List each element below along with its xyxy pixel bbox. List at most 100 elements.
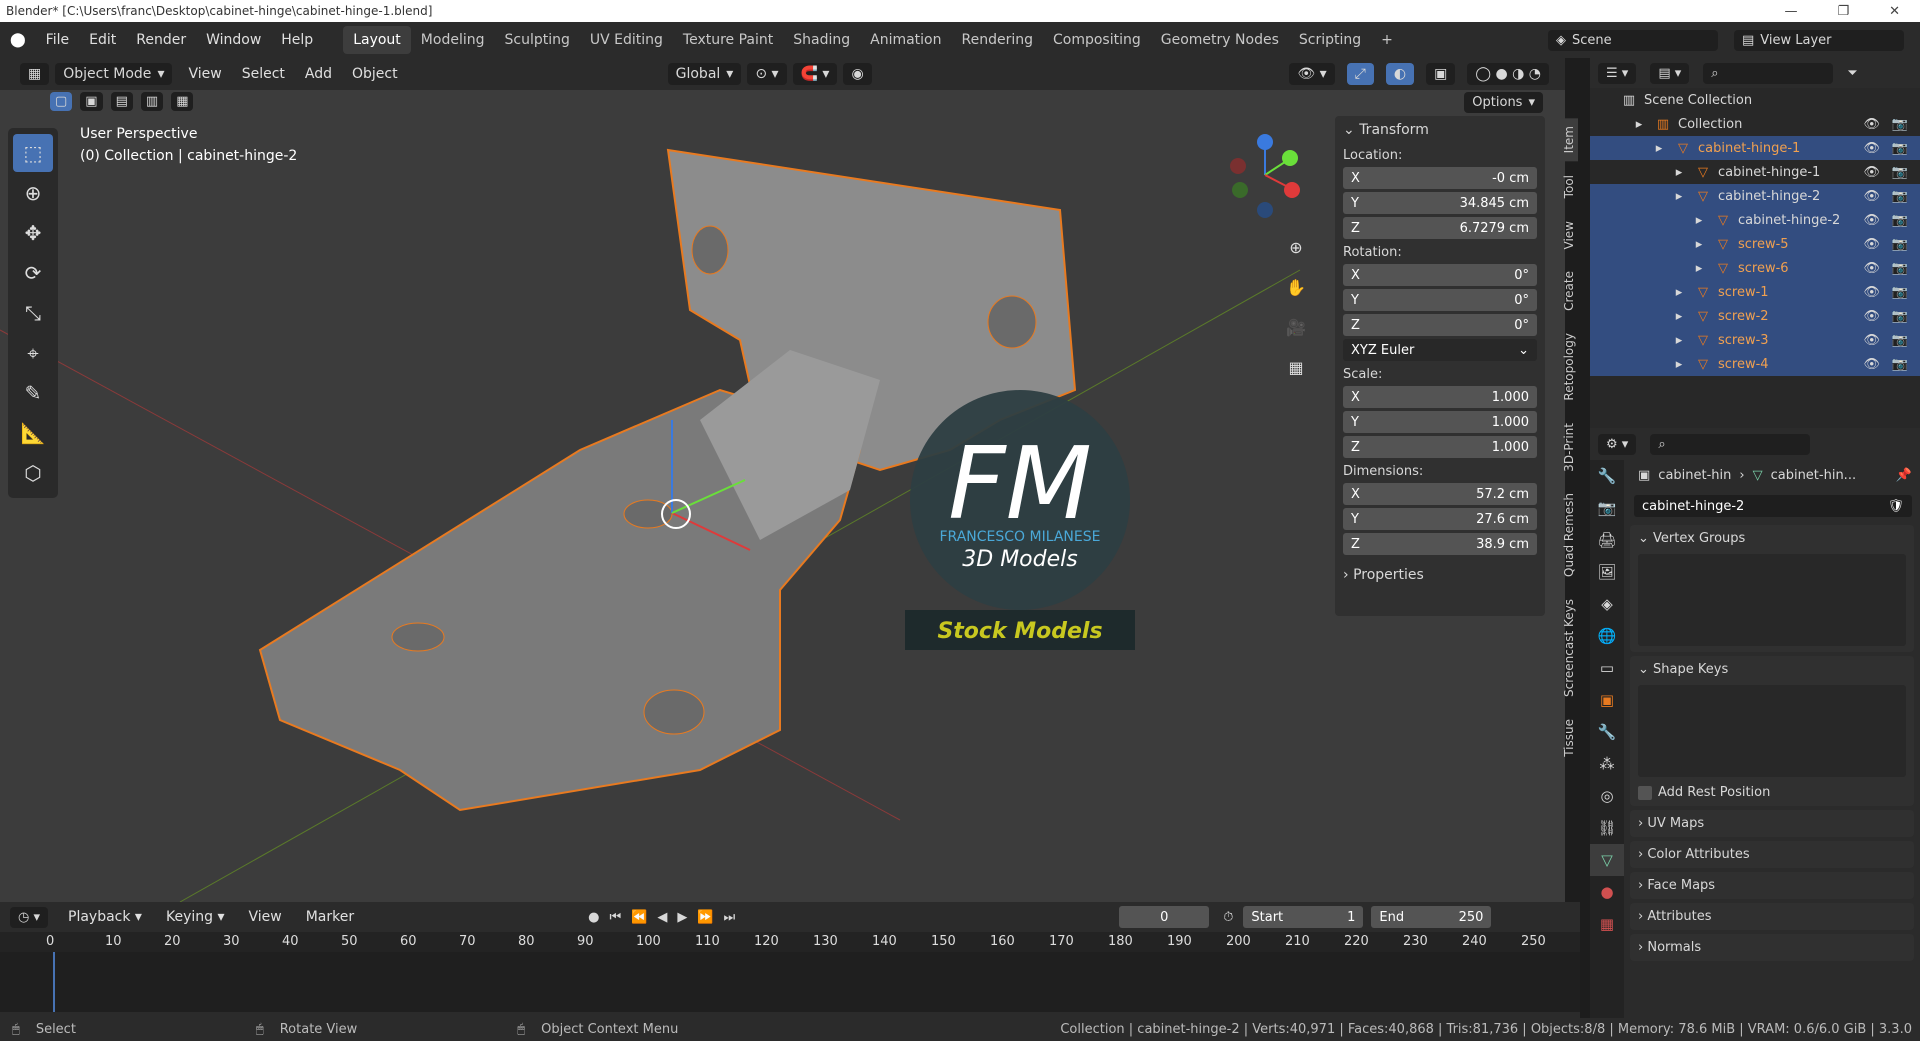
- expand-arrow-icon[interactable]: ▸: [1670, 333, 1688, 348]
- timeline-editor-icon[interactable]: ◷ ▾: [10, 906, 49, 928]
- tab-tool[interactable]: Tool: [1560, 167, 1578, 206]
- visibility-eye-icon[interactable]: 👁: [1863, 261, 1880, 276]
- move-icon[interactable]: ✥: [13, 214, 53, 252]
- scale-icon[interactable]: ⤡: [13, 294, 53, 332]
- clock-icon[interactable]: ⏱: [1223, 910, 1233, 925]
- select-new-icon[interactable]: ▢: [50, 92, 73, 111]
- render-camera-icon[interactable]: 📷: [1892, 237, 1908, 252]
- menu-edit[interactable]: Edit: [79, 32, 126, 48]
- render-camera-icon[interactable]: 📷: [1892, 117, 1908, 132]
- close-icon[interactable]: ✕: [1889, 4, 1900, 19]
- shape-keys-panel[interactable]: ⌄ Shape Keys Add Rest Position: [1630, 656, 1914, 806]
- orientation-selector[interactable]: Global ▾: [667, 63, 742, 85]
- expand-arrow-icon[interactable]: ▸: [1670, 165, 1688, 180]
- menu-keying[interactable]: Keying ▾: [156, 909, 235, 925]
- snap-toggle[interactable]: 🧲 ▾: [792, 63, 838, 85]
- tab-retopology[interactable]: Retopology: [1560, 325, 1578, 409]
- rotation-x-field[interactable]: X 0°: [1343, 264, 1537, 286]
- render-camera-icon[interactable]: 📷: [1892, 357, 1908, 372]
- pivot-selector[interactable]: ⊙ ▾: [747, 63, 787, 85]
- tab-layout[interactable]: Layout: [343, 26, 411, 54]
- dimension-y-field[interactable]: Y 27.6 cm: [1343, 508, 1537, 530]
- expand-arrow-icon[interactable]: ▸: [1670, 357, 1688, 372]
- property-section[interactable]: › Normals: [1630, 934, 1914, 961]
- blender-logo-icon[interactable]: ⬤: [0, 32, 36, 48]
- add-cube-icon[interactable]: ⬡: [13, 454, 53, 492]
- particles-tab-icon[interactable]: ⁂: [1590, 748, 1624, 780]
- overlay-toggle[interactable]: ◐: [1385, 63, 1415, 85]
- menu-help[interactable]: Help: [271, 32, 323, 48]
- rotation-mode-select[interactable]: XYZ Euler ⌄: [1343, 339, 1537, 361]
- outliner-row[interactable]: ▸ ▽ screw-3 👁 📷: [1590, 328, 1920, 352]
- mesh-name-field[interactable]: cabinet-hinge-2 🛡: [1634, 495, 1912, 517]
- visibility-icon[interactable]: 👁 ▾: [1289, 63, 1335, 85]
- scene-selector[interactable]: ◈ Scene: [1548, 29, 1718, 51]
- menu-window[interactable]: Window: [196, 32, 271, 48]
- menu-view[interactable]: View: [178, 66, 231, 82]
- annotate-icon[interactable]: ✎: [13, 374, 53, 412]
- prev-key-icon[interactable]: ⏪: [631, 910, 647, 925]
- cursor-icon[interactable]: ⊕: [13, 174, 53, 212]
- options-button[interactable]: Options ▾: [1464, 92, 1549, 113]
- expand-arrow-icon[interactable]: ▸: [1630, 117, 1648, 132]
- outliner-row[interactable]: ▸ ▽ cabinet-hinge-1 👁 📷: [1590, 160, 1920, 184]
- render-camera-icon[interactable]: 📷: [1892, 285, 1908, 300]
- measure-icon[interactable]: 📐: [13, 414, 53, 452]
- tab-sculpting[interactable]: Sculpting: [494, 26, 579, 54]
- transform-icon[interactable]: ⌖: [13, 334, 53, 372]
- visibility-eye-icon[interactable]: 👁: [1863, 165, 1880, 180]
- tab-quad-remesh[interactable]: Quad Remesh: [1560, 485, 1578, 585]
- material-tab-icon[interactable]: ●: [1590, 876, 1624, 908]
- render-camera-icon[interactable]: 📷: [1892, 165, 1908, 180]
- end-frame-field[interactable]: End 250: [1371, 906, 1492, 928]
- expand-arrow-icon[interactable]: ▸: [1690, 213, 1708, 228]
- expand-arrow-icon[interactable]: ▸: [1670, 285, 1688, 300]
- zoom-icon[interactable]: ⊕: [1280, 232, 1312, 262]
- render-camera-icon[interactable]: 📷: [1892, 189, 1908, 204]
- tab-compositing[interactable]: Compositing: [1043, 26, 1151, 54]
- vertex-groups-panel[interactable]: ⌄ Vertex Groups: [1630, 525, 1914, 652]
- outliner-row[interactable]: ▸ ▥ Collection 👁 📷: [1590, 112, 1920, 136]
- navigation-gizmo[interactable]: [1220, 130, 1310, 220]
- select-box-icon[interactable]: ⬚: [13, 134, 53, 172]
- render-camera-icon[interactable]: 📷: [1892, 309, 1908, 324]
- properties-header[interactable]: › Properties: [1343, 567, 1537, 583]
- tab-geometry-nodes[interactable]: Geometry Nodes: [1151, 26, 1289, 54]
- expand-arrow-icon[interactable]: ▸: [1650, 141, 1668, 156]
- pin-icon[interactable]: 📌: [1896, 468, 1912, 483]
- axis-gizmo-icon[interactable]: [1220, 130, 1310, 220]
- property-section[interactable]: › Face Maps: [1630, 872, 1914, 899]
- location-x-field[interactable]: X -0 cm: [1343, 167, 1537, 189]
- fake-user-icon[interactable]: 🛡: [1887, 499, 1904, 514]
- playhead[interactable]: [53, 952, 55, 1012]
- expand-arrow-icon[interactable]: ▸: [1690, 261, 1708, 276]
- properties-search[interactable]: ⌕: [1650, 433, 1811, 455]
- visibility-eye-icon[interactable]: 👁: [1863, 285, 1880, 300]
- current-frame-field[interactable]: 0: [1119, 906, 1210, 928]
- physics-tab-icon[interactable]: ◎: [1590, 780, 1624, 812]
- jump-start-icon[interactable]: ⏮: [609, 910, 621, 925]
- property-section[interactable]: › UV Maps: [1630, 810, 1914, 837]
- tab-uv-editing[interactable]: UV Editing: [580, 26, 673, 54]
- location-y-field[interactable]: Y 34.845 cm: [1343, 192, 1537, 214]
- timeline-track[interactable]: [0, 952, 1580, 1012]
- outliner-row[interactable]: ▸ ▽ screw-4 👁 📷: [1590, 352, 1920, 376]
- select-extend-icon[interactable]: ▣: [80, 92, 103, 111]
- rotation-z-field[interactable]: Z 0°: [1343, 314, 1537, 336]
- dimension-x-field[interactable]: X 57.2 cm: [1343, 483, 1537, 505]
- output-tab-icon[interactable]: 🖨: [1590, 524, 1624, 556]
- outliner-row[interactable]: ▸ ▽ screw-2 👁 📷: [1590, 304, 1920, 328]
- select-invert-icon[interactable]: ▥: [140, 92, 164, 111]
- scene-tab-icon[interactable]: ◈: [1590, 588, 1624, 620]
- collection-tab-icon[interactable]: ▭: [1590, 652, 1624, 684]
- grid-icon[interactable]: ▦: [1280, 352, 1312, 382]
- outliner-row[interactable]: ▸ ▽ cabinet-hinge-1 👁 📷: [1590, 136, 1920, 160]
- tab-texture-paint[interactable]: Texture Paint: [673, 26, 783, 54]
- outliner-search[interactable]: ⌕: [1703, 62, 1834, 84]
- tool-tab-icon[interactable]: 🔧: [1590, 460, 1624, 492]
- expand-arrow-icon[interactable]: ▸: [1690, 237, 1708, 252]
- tab-tissue[interactable]: Tissue: [1560, 711, 1578, 765]
- texture-tab-icon[interactable]: ▦: [1590, 908, 1624, 940]
- tab-shading[interactable]: Shading: [783, 26, 860, 54]
- data-tab-icon[interactable]: ▽: [1590, 844, 1624, 876]
